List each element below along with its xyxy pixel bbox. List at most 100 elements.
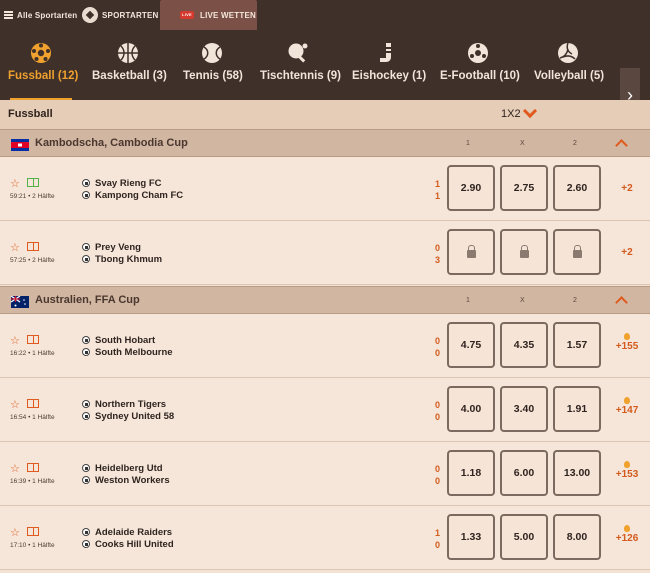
team-away: Weston Workers [95, 475, 170, 486]
sport-tab-football[interactable]: Fussball (12) [8, 30, 78, 100]
field-icon [27, 527, 39, 536]
odds-value: 4.35 [513, 339, 535, 351]
match-row[interactable]: ☆ 57:25 • 2 Hälfte Prey Veng Tbong Khmum 0 3 +… [0, 221, 650, 285]
match-row[interactable]: ☆ 16:22 • 1 Hälfte South Hobart South Melbo… [0, 314, 650, 378]
odds-button[interactable]: 4.00 [447, 386, 495, 432]
score-away: 3 [434, 255, 440, 265]
team-ball-icon [82, 464, 90, 472]
star-icon[interactable]: ☆ [10, 528, 20, 539]
team-ball-icon [82, 348, 90, 356]
league-header[interactable]: Australien, FFA Cup 1 X 2 [0, 286, 650, 314]
odds-button[interactable]: 13.00 [553, 450, 601, 496]
more-markets-link[interactable]: +147 [612, 397, 642, 416]
odds-button[interactable]: 5.00 [500, 514, 548, 560]
odds-button[interactable]: 6.00 [500, 450, 548, 496]
fire-icon [624, 397, 630, 404]
live-bets-tab[interactable]: LIVE LIVE WETTEN [160, 0, 257, 30]
match-row[interactable]: ☆ 16:39 • 1 Hälfte Heidelberg Utd Weston Wo… [0, 442, 650, 506]
star-icon[interactable]: ☆ [10, 464, 20, 475]
odds-value: 8.00 [566, 531, 588, 543]
match-time: 16:22 • 1 Hälfte [10, 350, 55, 357]
odds-button[interactable]: 4.35 [500, 322, 548, 368]
match-time: 59:21 • 2 Hälfte [10, 193, 55, 200]
sport-tab-ice-hockey[interactable]: Eishockey (1) [352, 30, 426, 100]
live-icon: LIVE [180, 11, 194, 19]
more-markets-link[interactable]: +2 [612, 247, 642, 258]
lock-icon [519, 244, 529, 258]
odds-value: 13.00 [563, 467, 591, 479]
field-icon [27, 178, 39, 187]
score-away: 0 [434, 412, 440, 422]
odds-column-header: 2 [573, 297, 577, 304]
score-home: 1 [434, 528, 440, 538]
odds-column-header: 2 [573, 140, 577, 147]
match-row[interactable]: ☆ 17:10 • 1 Hälfte Adelaide Raiders Cooks H… [0, 506, 650, 570]
basketball-icon [118, 43, 138, 63]
sports-tab[interactable]: SPORTARTEN [82, 0, 159, 30]
star-icon[interactable]: ☆ [10, 179, 20, 190]
lock-icon [466, 244, 476, 258]
score-home: 0 [434, 464, 440, 474]
odds-button[interactable] [447, 229, 495, 275]
collapse-chevron-icon[interactable] [615, 139, 628, 152]
league-name: Kambodscha, Cambodia Cup [35, 137, 188, 149]
more-markets-count: +153 [615, 469, 639, 480]
section-header: Fussball 1X2 [0, 100, 650, 130]
tennis-ball-icon [202, 43, 222, 63]
field-icon [27, 463, 39, 472]
match-row[interactable]: ☆ 59:21 • 2 Hälfte Svay Rieng FC Kampong Ch… [0, 157, 650, 221]
odds-button[interactable]: 8.00 [553, 514, 601, 560]
odds-button[interactable]: 1.18 [447, 450, 495, 496]
league-header[interactable]: Kambodscha, Cambodia Cup 1 X 2 [0, 129, 650, 157]
odds-button[interactable] [553, 229, 601, 275]
team-ball-icon [82, 528, 90, 536]
sport-tab-volleyball[interactable]: Volleyball (5) [534, 30, 604, 100]
odds-value: 4.75 [460, 339, 482, 351]
team-home: South Hobart [95, 335, 156, 346]
match-time: 57:25 • 2 Hälfte [10, 257, 55, 264]
match-row[interactable]: ☆ 16:54 • 1 Hälfte Northern Tigers Sydney U… [0, 378, 650, 442]
table-tennis-icon [288, 43, 308, 63]
odds-value: 1.57 [566, 339, 588, 351]
collapse-chevron-icon[interactable] [615, 296, 628, 309]
odds-button[interactable]: 2.90 [447, 165, 495, 211]
more-markets-link[interactable]: +2 [612, 183, 642, 194]
more-markets-link[interactable]: +153 [612, 461, 642, 480]
team-away: Sydney United 58 [95, 411, 175, 422]
australia-flag-icon [10, 295, 29, 308]
more-markets-count: +2 [621, 183, 633, 194]
team-ball-icon [82, 255, 90, 263]
score-away: 0 [434, 348, 440, 358]
chevron-down-icon[interactable] [522, 103, 538, 119]
sport-tab-e-football[interactable]: E-Football (10) [440, 30, 520, 100]
odds-button[interactable]: 3.40 [500, 386, 548, 432]
sport-tab-tennis[interactable]: Tennis (58) [183, 30, 243, 100]
odds-button[interactable]: 4.75 [447, 322, 495, 368]
odds-button[interactable]: 2.75 [500, 165, 548, 211]
team-ball-icon [82, 243, 90, 251]
odds-button[interactable] [500, 229, 548, 275]
team-ball-icon [82, 191, 90, 199]
star-icon[interactable]: ☆ [10, 243, 20, 254]
more-markets-link[interactable]: +155 [612, 333, 642, 352]
menu-icon [4, 11, 13, 19]
team-away: South Melbourne [95, 347, 173, 358]
star-icon[interactable]: ☆ [10, 336, 20, 347]
score-home: 0 [434, 336, 440, 346]
sport-tab-basketball[interactable]: Basketball (3) [92, 30, 167, 100]
odds-button[interactable]: 2.60 [553, 165, 601, 211]
market-selector[interactable]: 1X2 [501, 108, 521, 120]
more-markets-link[interactable]: +126 [612, 525, 642, 544]
sport-tab-table-tennis[interactable]: Tischtennis (9) [260, 30, 341, 100]
odds-button[interactable]: 1.57 [553, 322, 601, 368]
odds-value: 6.00 [513, 467, 535, 479]
odds-value: 1.91 [566, 403, 588, 415]
fire-icon [624, 461, 630, 468]
odds-button[interactable]: 1.91 [553, 386, 601, 432]
odds-value: 4.00 [460, 403, 482, 415]
odds-button[interactable]: 1.33 [447, 514, 495, 560]
football-icon [82, 7, 98, 23]
all-sports-menu[interactable]: Alle Sportarten [4, 0, 77, 30]
match-time: 16:39 • 1 Hälfte [10, 478, 55, 485]
star-icon[interactable]: ☆ [10, 400, 20, 411]
